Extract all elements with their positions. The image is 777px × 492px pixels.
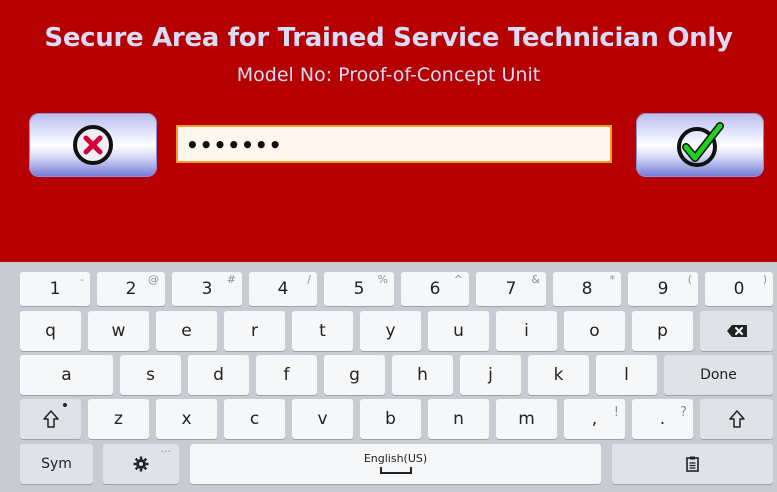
key-w[interactable]: w <box>88 311 149 351</box>
key-r[interactable]: r <box>224 311 285 351</box>
key-7[interactable]: 7 & <box>476 272 546 306</box>
key-v[interactable]: v <box>292 399 353 439</box>
key-m[interactable]: m <box>496 399 557 439</box>
key-h[interactable]: h <box>392 355 453 395</box>
sym-key[interactable]: Sym <box>20 444 93 484</box>
key-a[interactable]: a <box>20 355 113 395</box>
key-8[interactable]: 8 * <box>553 272 621 306</box>
key-n[interactable]: n <box>428 399 489 439</box>
key-6[interactable]: 6 ^ <box>401 272 469 306</box>
on-screen-keyboard: 1- 2 @ 3 # 4/ 5% 6 ^ 7 & 8 * 9( 0) q w e r t … <box>0 262 777 492</box>
shift-key-right[interactable] <box>700 399 773 439</box>
key-2[interactable]: 2 @ <box>97 272 165 306</box>
gear-icon <box>133 456 149 472</box>
backspace-key[interactable] <box>700 311 773 351</box>
key-k[interactable]: k <box>528 355 589 395</box>
key-f[interactable]: f <box>256 355 317 395</box>
shift-icon <box>728 410 745 428</box>
key-l[interactable]: l <box>596 355 657 395</box>
space-language-label: English(US) <box>363 452 428 465</box>
key-period[interactable]: .? <box>632 399 693 439</box>
key-y[interactable]: y <box>360 311 421 351</box>
key-comma[interactable]: ,! <box>564 399 625 439</box>
clipboard-icon <box>686 456 699 472</box>
key-j[interactable]: j <box>460 355 521 395</box>
key-x[interactable]: x <box>156 399 217 439</box>
key-s[interactable]: s <box>120 355 181 395</box>
key-9[interactable]: 9( <box>628 272 698 306</box>
key-3[interactable]: 3 # <box>172 272 242 306</box>
key-p[interactable]: p <box>632 311 693 351</box>
backspace-icon <box>726 325 747 337</box>
key-5[interactable]: 5% <box>324 272 394 306</box>
key-d[interactable]: d <box>188 355 249 395</box>
key-o[interactable]: o <box>564 311 625 351</box>
confirm-button[interactable] <box>636 113 764 177</box>
done-key[interactable]: Done <box>664 355 773 395</box>
key-c[interactable]: c <box>224 399 285 439</box>
model-subtitle: Model No: Proof-of-Concept Unit <box>236 64 541 86</box>
key-q[interactable]: q <box>20 311 81 351</box>
key-4[interactable]: 4/ <box>249 272 317 306</box>
cancel-button[interactable] <box>29 113 157 177</box>
clipboard-key[interactable] <box>612 444 773 484</box>
password-field[interactable]: ••••••• <box>176 125 612 163</box>
key-i[interactable]: i <box>496 311 557 351</box>
key-z[interactable]: z <box>88 399 149 439</box>
key-u[interactable]: u <box>428 311 489 351</box>
page-title: Secure Area for Trained Service Technici… <box>44 23 733 53</box>
cancel-x-icon <box>73 125 113 165</box>
shift-icon <box>42 410 59 428</box>
key-e[interactable]: e <box>156 311 217 351</box>
login-panel: Secure Area for Trained Service Technici… <box>0 0 777 262</box>
settings-key[interactable]: ... <box>103 442 179 484</box>
shift-key-left[interactable] <box>20 399 81 439</box>
key-b[interactable]: b <box>360 399 421 439</box>
key-g[interactable]: g <box>324 355 385 395</box>
key-0[interactable]: 0) <box>705 272 773 306</box>
checkmark-icon <box>677 122 724 167</box>
key-1[interactable]: 1- <box>20 272 90 306</box>
shift-indicator-dot <box>63 403 67 407</box>
space-bar-icon <box>379 467 412 474</box>
space-key[interactable]: English(US) <box>190 444 601 484</box>
key-t[interactable]: t <box>292 311 353 351</box>
